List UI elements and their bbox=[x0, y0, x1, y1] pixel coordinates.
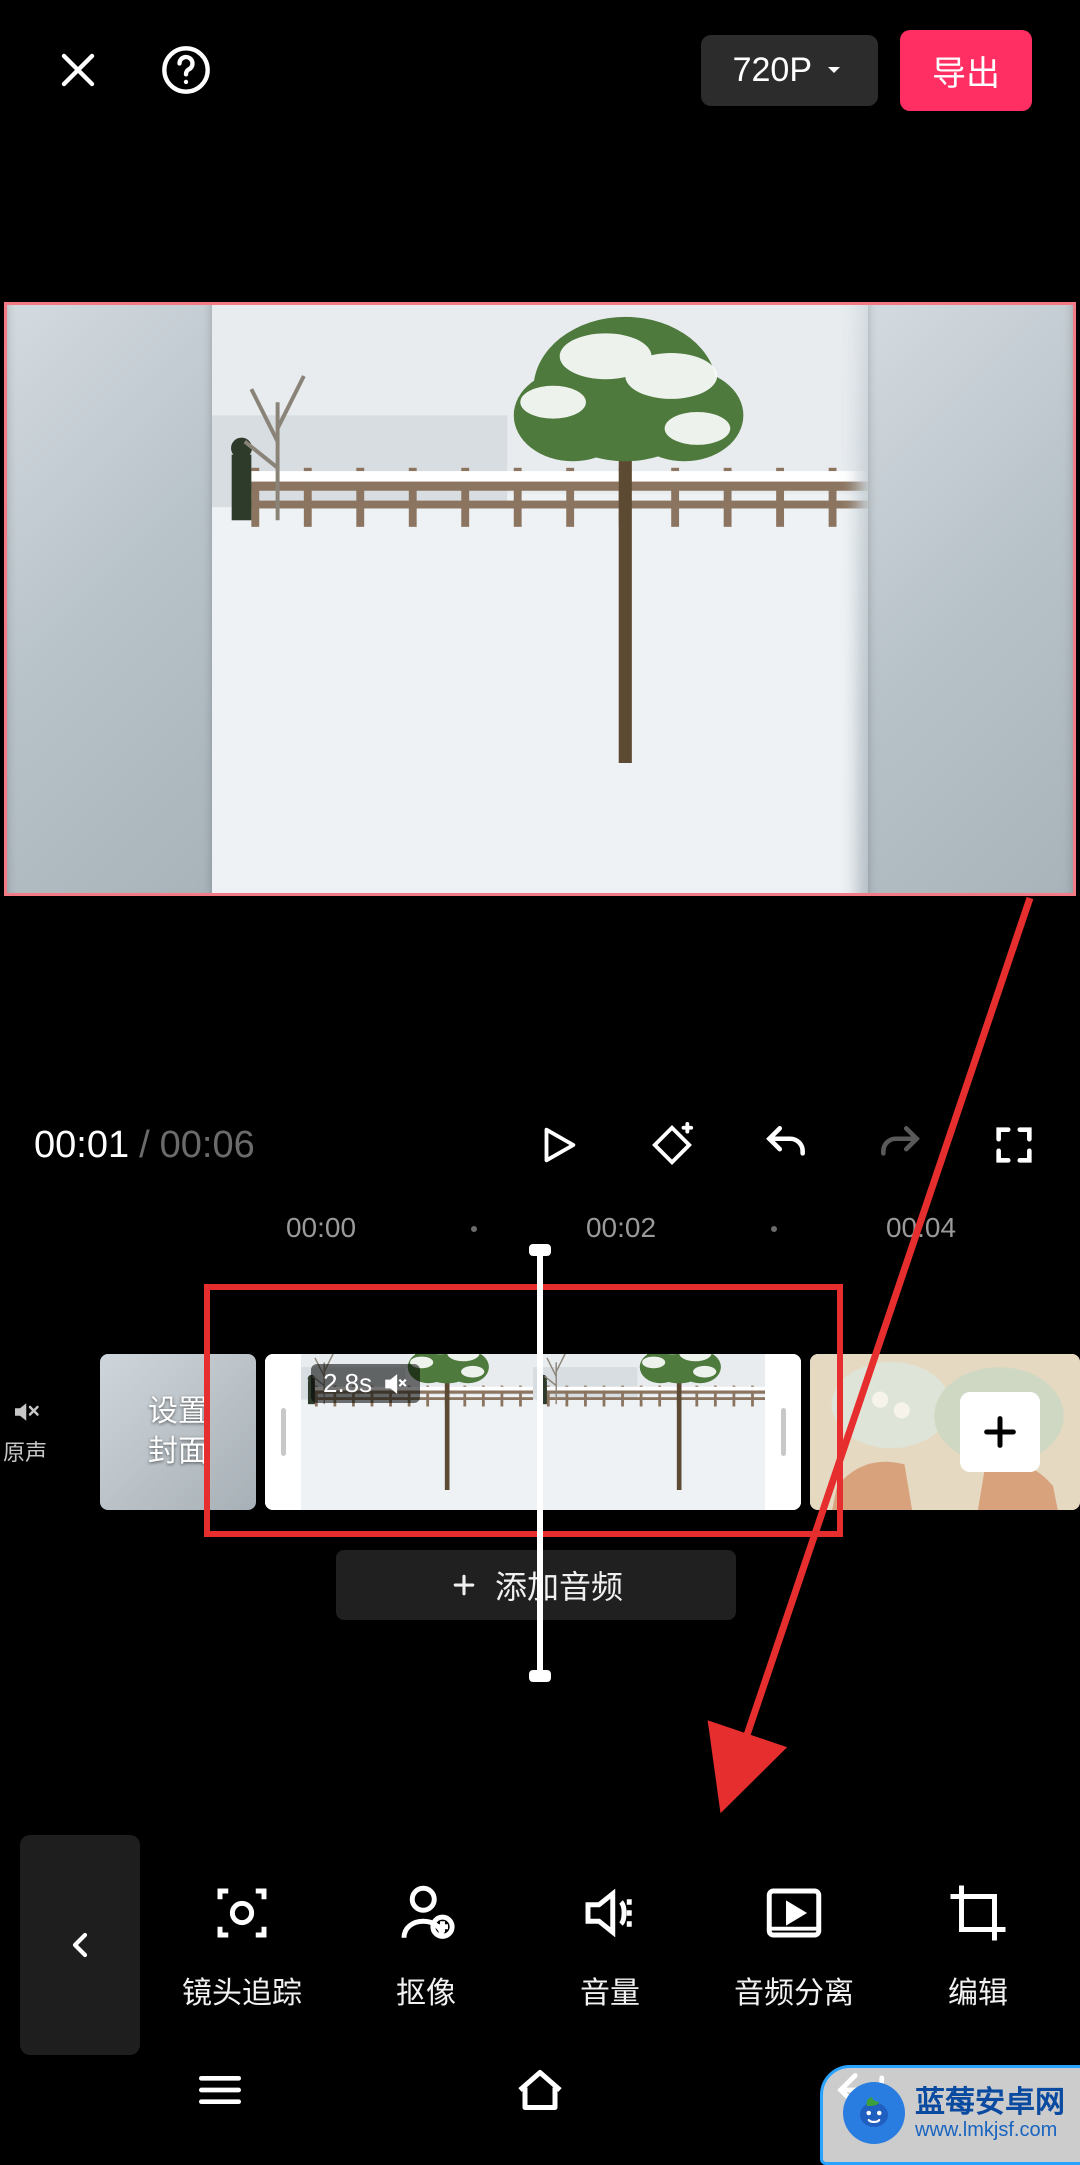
tracking-icon bbox=[207, 1878, 277, 1948]
original-sound-label: 原声 bbox=[3, 1435, 47, 1467]
menu-icon bbox=[192, 2062, 248, 2118]
tool-audio-separate[interactable]: 音频分离 bbox=[719, 1878, 869, 2012]
preview-blur-left bbox=[4, 302, 222, 896]
clip-duration: 2.8s bbox=[323, 1368, 372, 1399]
close-button[interactable] bbox=[48, 40, 108, 100]
cutout-icon bbox=[391, 1878, 461, 1948]
clip-mute-icon bbox=[382, 1371, 408, 1397]
tool-edit[interactable]: 编辑 bbox=[903, 1878, 1053, 2012]
clip-info-badge: 2.8s bbox=[311, 1364, 420, 1403]
site-watermark: 蓝莓安卓网 www.lmkjsf.com bbox=[820, 2065, 1080, 2165]
tool-label: 抠像 bbox=[396, 1968, 456, 2012]
plus-icon bbox=[449, 1570, 479, 1600]
play-button[interactable] bbox=[532, 1119, 584, 1171]
nav-recent-button[interactable] bbox=[180, 2060, 260, 2120]
resolution-label: 720P bbox=[733, 51, 812, 90]
fullscreen-button[interactable] bbox=[988, 1119, 1040, 1171]
video-clip-1[interactable]: 2.8s bbox=[265, 1354, 801, 1510]
plus-icon bbox=[980, 1412, 1020, 1452]
keyframe-button[interactable] bbox=[646, 1119, 698, 1171]
clip-trim-right[interactable] bbox=[765, 1354, 801, 1510]
tool-cutout[interactable]: 抠像 bbox=[351, 1878, 501, 2012]
ruler-dot bbox=[471, 1226, 477, 1232]
tool-label: 镜头追踪 bbox=[182, 1968, 302, 2012]
chevron-left-icon bbox=[60, 1925, 100, 1965]
tool-label: 编辑 bbox=[948, 1968, 1008, 2012]
add-audio-button[interactable]: 添加音频 bbox=[336, 1550, 736, 1620]
add-audio-label: 添加音频 bbox=[495, 1562, 623, 1608]
resolution-selector[interactable]: 720P bbox=[701, 35, 878, 106]
home-icon bbox=[510, 2060, 570, 2120]
tool-label: 音频分离 bbox=[734, 1968, 854, 2012]
chevron-down-icon bbox=[822, 58, 846, 82]
original-sound-toggle[interactable]: 原声 bbox=[0, 1354, 50, 1510]
time-separator: / bbox=[129, 1124, 160, 1167]
undo-button[interactable] bbox=[760, 1119, 812, 1171]
playhead[interactable] bbox=[537, 1248, 543, 1678]
tool-tracking[interactable]: 镜头追踪 bbox=[167, 1878, 317, 2012]
export-button[interactable]: 导出 bbox=[900, 30, 1032, 111]
watermark-logo bbox=[843, 2082, 905, 2144]
tool-label: 音量 bbox=[580, 1968, 640, 2012]
cover-label-line1: 设置 bbox=[148, 1395, 208, 1428]
preview-blur-right bbox=[858, 302, 1076, 896]
watermark-title: 蓝莓安卓网 bbox=[915, 2086, 1065, 2119]
ruler-mark: 00:00 bbox=[286, 1212, 356, 1244]
volume-icon bbox=[575, 1878, 645, 1948]
ruler-dot bbox=[771, 1226, 777, 1232]
edit-toolbar: 镜头追踪 抠像 音量 音频分离 编辑 bbox=[0, 1830, 1080, 2060]
clip-body[interactable]: 2.8s bbox=[301, 1354, 765, 1510]
ruler-mark: 00:04 bbox=[886, 1212, 956, 1244]
preview-frame bbox=[212, 305, 868, 893]
current-time: 00:01 bbox=[34, 1124, 129, 1167]
watermark-url: www.lmkjsf.com bbox=[915, 2119, 1065, 2141]
toolbar-back-button[interactable] bbox=[20, 1835, 140, 2055]
crop-icon bbox=[943, 1878, 1013, 1948]
mute-icon bbox=[10, 1397, 40, 1427]
video-preview[interactable] bbox=[4, 302, 1076, 896]
set-cover-button[interactable]: 设置 封面 bbox=[100, 1354, 256, 1510]
nav-home-button[interactable] bbox=[500, 2060, 580, 2120]
redo-button[interactable] bbox=[874, 1119, 926, 1171]
tool-volume[interactable]: 音量 bbox=[535, 1878, 685, 2012]
help-button[interactable] bbox=[156, 40, 216, 100]
clip-trim-left[interactable] bbox=[265, 1354, 301, 1510]
cover-label-line2: 封面 bbox=[148, 1435, 208, 1468]
ruler-mark: 00:02 bbox=[586, 1212, 656, 1244]
export-label: 导出 bbox=[932, 55, 1000, 93]
total-duration: 00:06 bbox=[160, 1124, 255, 1167]
audio-separate-icon bbox=[759, 1878, 829, 1948]
add-clip-button[interactable] bbox=[960, 1392, 1040, 1472]
playback-controls: 00:01 / 00:06 bbox=[0, 1105, 1080, 1185]
